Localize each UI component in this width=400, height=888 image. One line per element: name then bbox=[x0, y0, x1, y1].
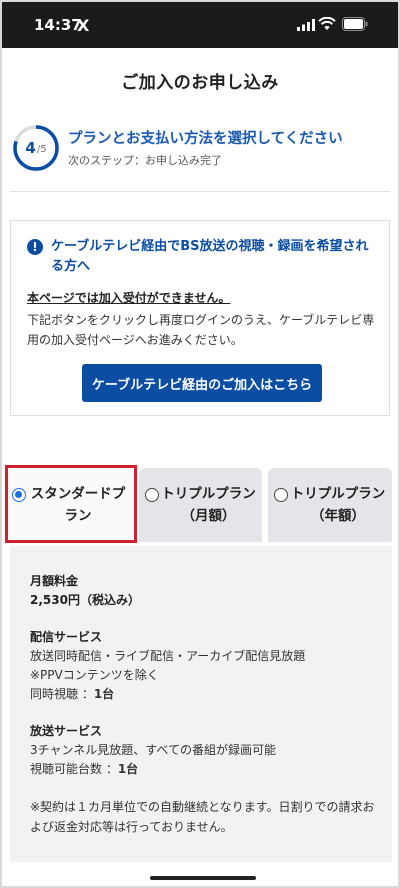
broadcast-line: 3チャンネル見放題、すべての番組が録画可能 bbox=[30, 743, 276, 757]
notice-description: 下記ボタンをクリックし再度ログインのうえ、ケーブルテレビ専用の加入受付ページへお… bbox=[27, 313, 375, 347]
radio-triple-yearly[interactable] bbox=[274, 488, 288, 502]
step-count: 4 /5 bbox=[12, 124, 60, 172]
step-total: /5 bbox=[36, 144, 47, 155]
plan-tab-label: トリプルプラン （月額） bbox=[161, 486, 256, 524]
radio-standard[interactable] bbox=[12, 488, 26, 502]
broadcast-heading: 放送サービス bbox=[30, 724, 103, 738]
status-bar: 14:37 X bbox=[2, 2, 398, 48]
notice-heading: ! ケーブルテレビ経由でBS放送の視聴・録画を希望される方へ bbox=[27, 237, 377, 277]
fee-value: 2,530円（税込み） bbox=[30, 593, 140, 607]
alert-icon: ! bbox=[27, 239, 43, 255]
plan-tab-label: スタンダードプ ラン bbox=[30, 486, 126, 524]
x-app-icon: X bbox=[77, 16, 90, 35]
radio-triple-monthly[interactable] bbox=[145, 488, 159, 502]
plan-tab-label: トリプルプラン （年額） bbox=[290, 486, 386, 524]
home-indicator[interactable] bbox=[150, 876, 256, 880]
streaming-devices: 同時視聴 ：1台 bbox=[30, 687, 115, 701]
cable-tv-notice: ! ケーブルテレビ経由でBS放送の視聴・録画を希望される方へ 本ページでは加入受… bbox=[10, 220, 390, 416]
app-frame: 14:37 X ご加入のお申し込み 4 /5 プランとお支払い方法を選択してくだ… bbox=[2, 2, 398, 886]
streaming-heading: 配信サービス bbox=[30, 630, 103, 644]
streaming-line: ※PPVコンテンツを除く bbox=[30, 668, 159, 682]
step-next: 次のステップ：お申し込み完了 bbox=[68, 154, 222, 167]
contract-note: ※契約は１カ月単位での自動継続となります。日割りでの請求および返金対応等は行って… bbox=[30, 800, 375, 834]
plan-tab-triple-yearly[interactable]: トリプルプラン （年額） bbox=[268, 468, 392, 542]
plan-tab-triple-monthly[interactable]: トリプルプラン （月額） bbox=[139, 468, 262, 542]
plan-detail: 月額料金 2,530円（税込み） 配信サービス 放送同時配信・ライブ配信・アーカ… bbox=[10, 546, 392, 862]
plan-tabs: スタンダードプ ラン トリプルプラン （月額） トリプルプラン （年額） bbox=[2, 464, 398, 542]
plan-tab-standard[interactable]: スタンダードプ ラン bbox=[6, 468, 134, 542]
step-title: プランとお支払い方法を選択してください bbox=[68, 131, 343, 147]
wifi-icon bbox=[318, 17, 336, 30]
status-time: 14:37 bbox=[34, 16, 82, 34]
page-title: ご加入のお申し込み bbox=[121, 72, 279, 93]
cable-tv-signup-button[interactable]: ケーブルテレビ経由のご加入はこちら bbox=[82, 364, 322, 402]
cellular-signal-icon bbox=[297, 19, 315, 31]
step-indicator: 4 /5 プランとお支払い方法を選択してください 次のステップ：お申し込み完了 bbox=[10, 112, 390, 192]
fee-heading: 月額料金 bbox=[30, 574, 79, 588]
page-header: ご加入のお申し込み bbox=[2, 48, 398, 112]
notice-subtitle: 本ページでは加入受付ができません。 bbox=[27, 291, 231, 305]
notice-title: ケーブルテレビ経由でBS放送の視聴・録画を希望される方へ bbox=[51, 239, 369, 274]
step-current: 4 bbox=[25, 139, 36, 157]
broadcast-devices: 視聴可能台数 ：1台 bbox=[30, 762, 139, 776]
battery-icon bbox=[342, 17, 368, 31]
streaming-line: 放送同時配信・ライブ配信・アーカイブ配信見放題 bbox=[30, 649, 306, 663]
